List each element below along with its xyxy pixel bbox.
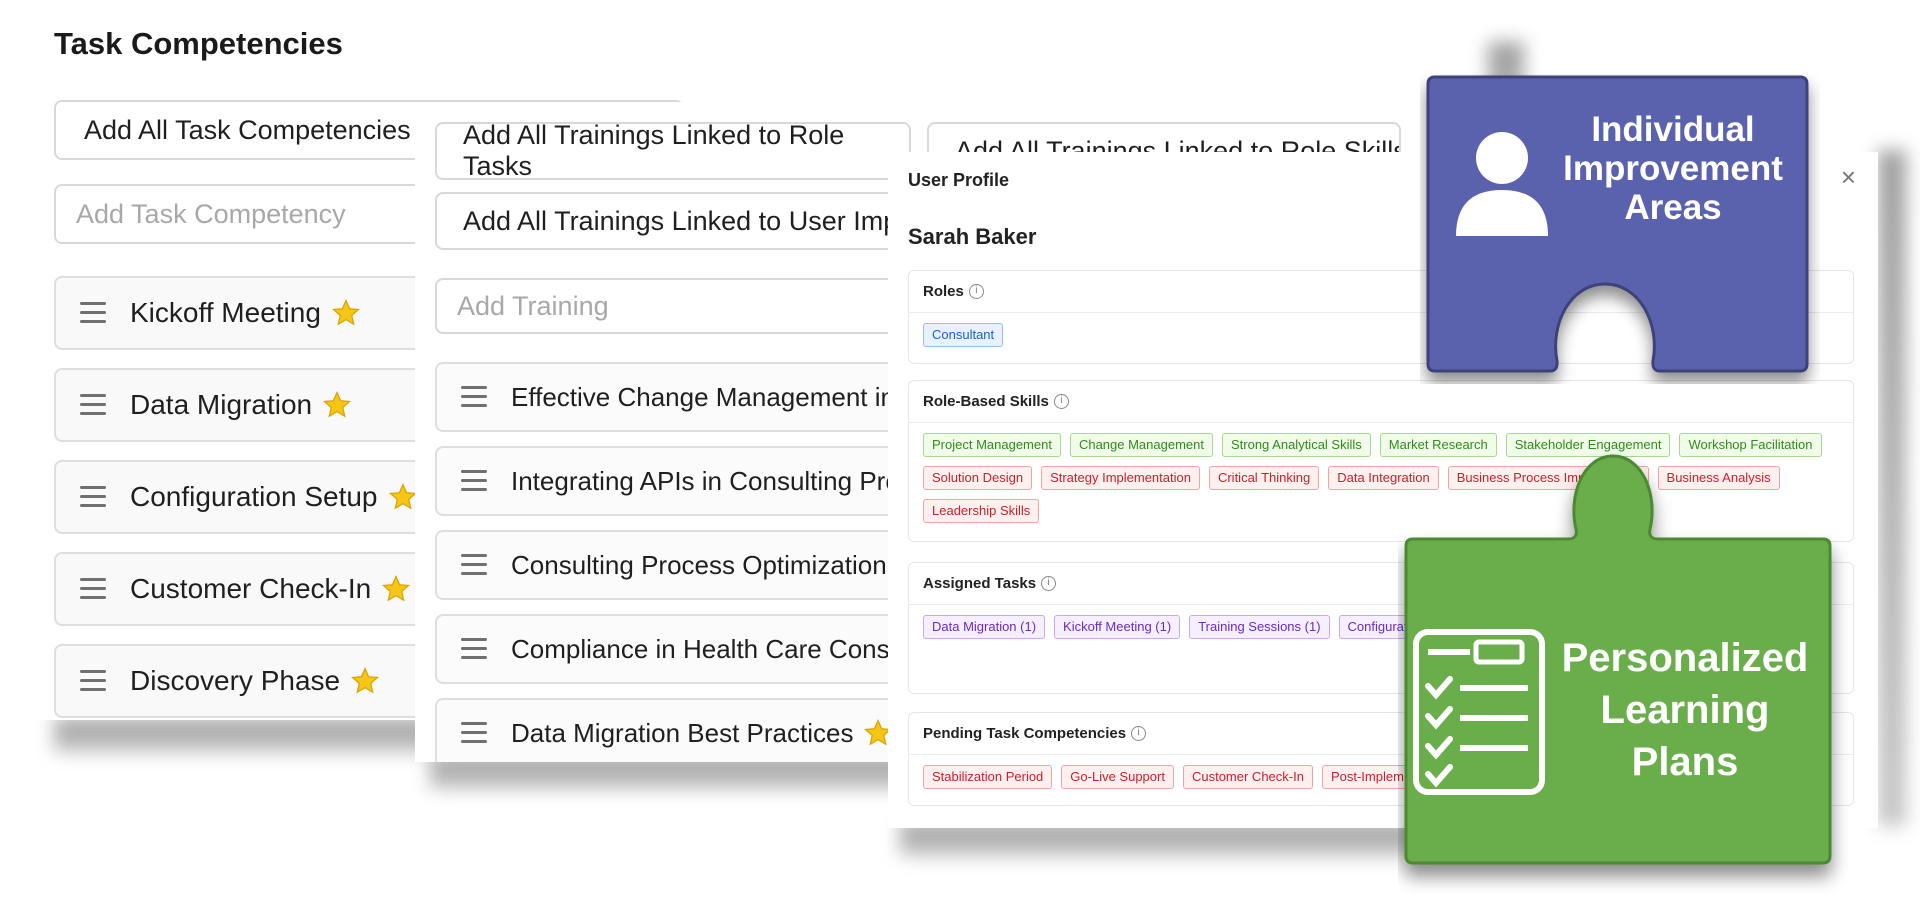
- task-competency-label: Configuration Setup: [130, 481, 378, 512]
- drag-handle-icon[interactable]: [461, 722, 487, 744]
- drag-handle-icon[interactable]: [461, 470, 487, 492]
- tag[interactable]: Consultant: [923, 323, 1004, 347]
- drag-handle-icon[interactable]: [80, 302, 106, 324]
- star-icon: [388, 482, 417, 510]
- tag[interactable]: Solution Design: [923, 466, 1033, 490]
- task-competency-label: Data Migration: [130, 389, 313, 420]
- task-competency-label: Kickoff Meeting: [130, 297, 321, 328]
- star-icon: [351, 666, 380, 694]
- drag-handle-icon[interactable]: [80, 578, 106, 600]
- add-all-task-competencies-label: Add All Task Competencies: [84, 114, 411, 145]
- add-training-placeholder: Add Training: [457, 290, 609, 321]
- page-title: Task Competencies: [54, 26, 343, 61]
- section-title: Assigned Tasks: [923, 575, 1037, 592]
- tag[interactable]: Data Migration (1): [923, 615, 1046, 639]
- learning-line-3: Plans: [1631, 740, 1739, 784]
- panel-shadow: [54, 718, 454, 752]
- info-icon[interactable]: i: [1041, 576, 1057, 591]
- drag-handle-icon[interactable]: [80, 486, 106, 508]
- learning-plans-puzzle: Personalized Learning Plans: [1398, 446, 1848, 906]
- tag[interactable]: Leadership Skills: [923, 499, 1040, 523]
- improvement-areas-puzzle: Individual Improvement Areas: [1420, 74, 1820, 384]
- close-icon[interactable]: ×: [1841, 162, 1856, 193]
- improvement-line-1: Individual: [1591, 110, 1755, 149]
- improvement-areas-text: Individual Improvement Areas: [1538, 110, 1808, 228]
- panel-shadow: [1878, 150, 1906, 826]
- training-label: Integrating APIs in Consulting Projects: [511, 465, 954, 496]
- section-title: Roles: [923, 283, 964, 300]
- tag[interactable]: Training Sessions (1): [1189, 615, 1330, 639]
- tag[interactable]: Critical Thinking: [1208, 466, 1320, 490]
- learning-line-2: Learning: [1600, 688, 1770, 732]
- drag-handle-icon[interactable]: [461, 554, 487, 576]
- task-competency-label: Discovery Phase: [130, 665, 341, 696]
- drag-handle-icon[interactable]: [80, 394, 106, 416]
- drag-handle-icon[interactable]: [80, 670, 106, 692]
- training-label: Compliance in Health Care Consulting: [511, 633, 952, 664]
- add-trainings-role-tasks-label: Add All Trainings Linked to Role Tasks: [463, 120, 845, 181]
- info-icon[interactable]: i: [1131, 726, 1147, 741]
- tag[interactable]: Strong Analytical Skills: [1221, 433, 1371, 457]
- improvement-line-3: Areas: [1624, 188, 1722, 228]
- task-competency-label: Customer Check-In: [130, 573, 372, 604]
- tag[interactable]: Go-Live Support: [1061, 765, 1174, 789]
- star-icon: [382, 574, 411, 602]
- section-title: Role-Based Skills: [923, 393, 1049, 410]
- star-icon: [323, 390, 352, 418]
- add-task-competency-placeholder: Add Task Competency: [76, 198, 346, 229]
- user-name: Sarah Baker: [908, 224, 1037, 249]
- learning-line-1: Personalized: [1561, 636, 1809, 680]
- composite-stage: Task Competencies Add All Task Competenc…: [0, 0, 1920, 922]
- star-icon: [331, 298, 360, 326]
- tag[interactable]: Customer Check-In: [1182, 765, 1313, 789]
- section-header: Role-Based Skills i: [909, 381, 1853, 423]
- tag[interactable]: Project Management: [923, 433, 1061, 457]
- tag[interactable]: Stabilization Period: [923, 765, 1053, 789]
- add-trainings-role-tasks-button[interactable]: Add All Trainings Linked to Role Tasks: [435, 120, 911, 181]
- info-icon[interactable]: i: [968, 284, 984, 299]
- training-label: Consulting Process Optimization: [511, 549, 887, 580]
- section-title: Pending Task Competencies: [923, 725, 1127, 742]
- drag-handle-icon[interactable]: [461, 386, 487, 408]
- modal-title: User Profile: [908, 170, 1010, 190]
- improvement-line-2: Improvement: [1563, 149, 1783, 189]
- info-icon[interactable]: i: [1053, 394, 1069, 409]
- learning-plans-text: Personalized Learning Plans: [1546, 632, 1824, 788]
- tag[interactable]: Strategy Implementation: [1041, 466, 1200, 490]
- drag-handle-icon[interactable]: [461, 638, 487, 660]
- tag[interactable]: Change Management: [1069, 433, 1213, 457]
- checklist-icon: [1413, 629, 1545, 795]
- tag[interactable]: Kickoff Meeting (1): [1054, 615, 1181, 639]
- training-label: Data Migration Best Practices: [511, 717, 854, 748]
